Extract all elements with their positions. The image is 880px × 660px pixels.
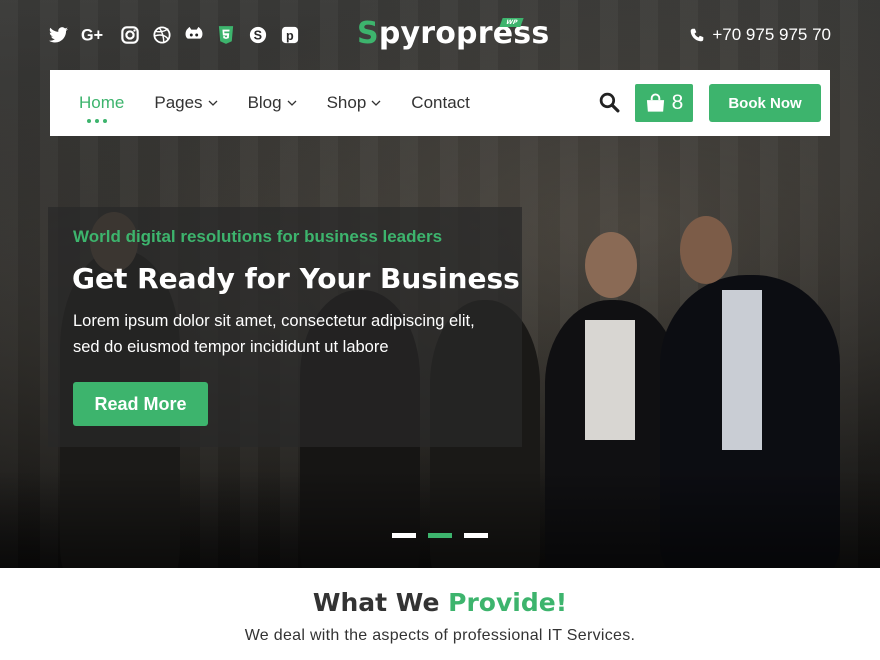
instagram-icon[interactable]	[120, 24, 140, 46]
hero-floor	[0, 470, 880, 568]
nav-item-home[interactable]: Home	[79, 93, 125, 123]
read-more-button[interactable]: Read More	[73, 382, 208, 426]
phone-number: +70 975 975 70	[712, 25, 831, 44]
main-navigation: Home Pages Blog Shop Contact 8 Book Now	[50, 70, 830, 136]
nav-menu: Home Pages Blog Shop Contact	[79, 70, 470, 136]
github-icon[interactable]	[184, 24, 204, 46]
nav-item-shop[interactable]: Shop	[327, 93, 382, 113]
cart-button[interactable]: 8	[635, 84, 693, 122]
slide-dot-2[interactable]	[428, 533, 452, 538]
phone-contact[interactable]: +70 975 975 70	[690, 25, 831, 45]
section-subtitle: We deal with the aspects of professional…	[244, 627, 636, 644]
logo-text: pyropress	[378, 16, 550, 51]
top-bar: G+ S p Spyropress WP +70 975 975 70	[0, 0, 880, 70]
html5-icon[interactable]	[216, 24, 236, 46]
chevron-down-icon	[208, 100, 218, 106]
hero-head	[680, 216, 732, 284]
hero-title: Get Ready for Your Business	[72, 262, 520, 295]
book-now-button[interactable]: Book Now	[709, 84, 821, 122]
nav-item-label: Contact	[411, 93, 470, 112]
search-icon	[599, 92, 620, 113]
nav-item-label: Shop	[326, 93, 367, 112]
nav-item-blog[interactable]: Blog	[248, 93, 297, 113]
google-plus-icon[interactable]: G+	[80, 24, 108, 46]
cart-count: 8	[671, 91, 684, 114]
skype-icon[interactable]: S	[248, 24, 268, 46]
section-title-accent: Provide!	[448, 588, 568, 617]
nav-item-label: Blog	[247, 93, 282, 112]
nav-item-pages[interactable]: Pages	[154, 93, 218, 113]
logo-badge: WP	[499, 18, 525, 27]
pinterest-icon[interactable]: p	[280, 24, 300, 46]
nav-item-contact[interactable]: Contact	[411, 93, 470, 113]
hero-shirt	[585, 320, 635, 440]
search-button[interactable]	[599, 92, 620, 118]
slide-dot-3[interactable]	[464, 533, 488, 538]
chevron-down-icon	[287, 100, 297, 106]
svg-text:S: S	[254, 29, 262, 43]
hero-tagline: World digital resolutions for business l…	[73, 227, 443, 246]
active-indicator	[87, 119, 107, 123]
site-logo[interactable]: Spyropress WP	[357, 16, 549, 51]
social-links: G+ S p	[48, 24, 300, 46]
section-title-prefix: What We	[312, 588, 440, 617]
slider-pagination	[392, 533, 488, 538]
shopping-bag-icon	[646, 93, 664, 112]
hero-shirt	[722, 290, 762, 450]
hero-head	[585, 232, 637, 298]
hero-text: Lorem ipsum dolor sit amet, consectetur …	[73, 312, 475, 356]
svg-text:p: p	[286, 29, 294, 43]
twitter-icon[interactable]	[48, 24, 68, 46]
nav-item-label: Pages	[154, 93, 203, 112]
phone-icon	[691, 28, 704, 42]
dribbble-icon[interactable]	[152, 24, 172, 46]
section-title: What We Provide!	[0, 588, 880, 617]
nav-item-label: Home	[79, 93, 125, 112]
hero-content-panel: World digital resolutions for business l…	[48, 207, 522, 447]
svg-text:G+: G+	[81, 26, 103, 44]
chevron-down-icon	[371, 100, 381, 106]
slide-dot-1[interactable]	[392, 533, 416, 538]
logo-initial: S	[357, 16, 379, 51]
